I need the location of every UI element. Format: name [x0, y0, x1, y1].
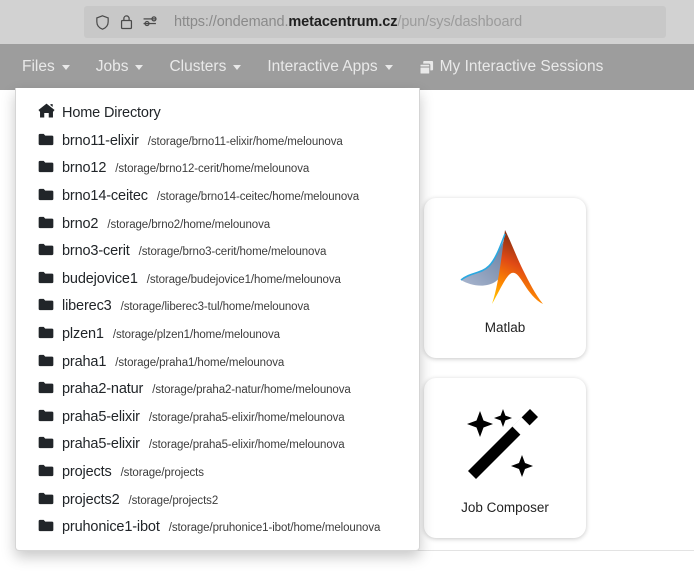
files-menu-item-path: /storage/praha5-elixir/home/melounova — [149, 439, 345, 451]
files-menu-item[interactable]: praha1/storage/praha1/home/melounova — [16, 347, 419, 375]
main-navbar: Files Jobs Clusters Interactive Apps My Inte… — [0, 44, 694, 90]
url-scheme: https://ondemand. — [174, 14, 288, 30]
windows-stack-icon — [419, 60, 434, 75]
nav-item-label: Clusters — [169, 58, 226, 76]
app-card-job-composer[interactable]: Job Composer — [424, 378, 586, 538]
files-menu-item-title: brno12 — [62, 160, 106, 176]
files-menu-item-title: Home Directory — [62, 105, 161, 121]
folder-icon — [38, 243, 55, 256]
files-menu-item-path: /storage/praha2-natur/home/melounova — [152, 384, 350, 396]
chevron-down-icon — [233, 65, 241, 70]
chevron-down-icon — [385, 65, 393, 70]
files-menu-item[interactable]: praha2-natur/storage/praha2-natur/home/m… — [16, 375, 419, 403]
folder-icon — [38, 298, 55, 311]
files-menu-item[interactable]: pruhonice1-ibot/storage/pruhonice1-ibot/… — [16, 513, 419, 541]
files-menu-item-title: brno14-ceitec — [62, 188, 148, 204]
app-card-matlab[interactable]: Matlab — [424, 198, 586, 358]
files-menu-item-title: brno2 — [62, 216, 98, 232]
files-menu-item-path: /storage/budejovice1/home/melounova — [147, 274, 341, 286]
files-menu-item[interactable]: brno11-elixir/storage/brno11-elixir/home… — [16, 127, 419, 155]
files-menu-item-path: /storage/brno3-cerit/home/melounova — [139, 246, 327, 258]
address-bar[interactable]: https://ondemand.metacentrum.cz/pun/sys/… — [84, 6, 666, 38]
files-menu-item[interactable]: projects2/storage/projects2 — [16, 485, 419, 513]
files-menu-item-path: /storage/brno2/home/melounova — [107, 219, 270, 231]
files-menu-item-path: /storage/plzen1/home/melounova — [113, 329, 280, 341]
chevron-down-icon — [62, 65, 70, 70]
browser-toolbar: https://ondemand.metacentrum.cz/pun/sys/… — [0, 0, 694, 44]
folder-icon — [38, 188, 55, 201]
files-menu-item-title: brno11-elixir — [62, 133, 139, 149]
files-menu-item-path: /storage/projects2 — [129, 495, 219, 507]
files-menu-item-path: /storage/praha1/home/melounova — [115, 357, 284, 369]
folder-icon — [38, 133, 55, 146]
lock-icon[interactable] — [116, 12, 136, 32]
url-text: https://ondemand.metacentrum.cz/pun/sys/… — [174, 14, 522, 30]
files-menu-item[interactable]: praha5-elixir/storage/praha5-elixir/home… — [16, 430, 419, 458]
files-menu-item-path: /storage/pruhonice1-ibot/home/melounova — [169, 522, 381, 534]
folder-icon — [38, 436, 55, 449]
files-menu-item-title: projects — [62, 464, 112, 480]
matlab-membrane-icon — [459, 222, 551, 314]
files-dropdown-menu: Home Directory brno11-elixir/storage/brno… — [15, 88, 420, 551]
folder-icon — [38, 492, 55, 505]
folder-icon — [38, 464, 55, 477]
folder-icon — [38, 326, 55, 339]
folder-icon — [38, 160, 55, 173]
folder-icon — [38, 381, 55, 394]
files-menu-item[interactable]: projects/storage/projects — [16, 458, 419, 486]
files-menu-item[interactable]: praha5-elixir/storage/praha5-elixir/home… — [16, 403, 419, 431]
nav-item-label: My Interactive Sessions — [440, 58, 604, 76]
nav-item-interactive-apps[interactable]: Interactive Apps — [267, 58, 392, 76]
files-menu-item-title: plzen1 — [62, 326, 104, 342]
site-permissions-icon[interactable] — [140, 12, 160, 32]
nav-item-my-interactive-sessions[interactable]: My Interactive Sessions — [419, 58, 604, 76]
files-menu-item-path: /storage/praha5-elixir/home/melounova — [149, 412, 345, 424]
files-menu-item-title: praha1 — [62, 354, 106, 370]
browser-window: https://ondemand.metacentrum.cz/pun/sys/… — [0, 0, 694, 575]
files-menu-item[interactable]: brno14-ceitec/storage/brno14-ceitec/home… — [16, 182, 419, 210]
files-menu-item-path: /storage/brno12-cerit/home/melounova — [115, 163, 309, 175]
files-menu-item-path: /storage/brno14-ceitec/home/melounova — [157, 191, 359, 203]
folder-icon — [38, 519, 55, 532]
files-menu-item[interactable]: liberec3/storage/liberec3-tul/home/melou… — [16, 292, 419, 320]
folder-icon — [38, 271, 55, 284]
app-card-label: Job Composer — [461, 500, 549, 515]
files-menu-item-title: praha5-elixir — [62, 409, 140, 425]
nav-item-jobs[interactable]: Jobs — [96, 58, 144, 76]
folder-icon — [38, 216, 55, 229]
nav-item-label: Jobs — [96, 58, 129, 76]
files-menu-item[interactable]: brno2/storage/brno2/home/melounova — [16, 209, 419, 237]
url-host: metacentrum.cz — [288, 14, 397, 30]
folder-icon — [38, 409, 55, 422]
files-menu-item-title: budejovice1 — [62, 271, 138, 287]
files-menu-item[interactable]: plzen1/storage/plzen1/home/melounova — [16, 320, 419, 348]
nav-item-files[interactable]: Files — [22, 58, 70, 76]
files-menu-item-title: brno3-cerit — [62, 243, 130, 259]
files-menu-item-title: pruhonice1-ibot — [62, 519, 160, 535]
magic-wand-icon — [462, 402, 548, 494]
home-icon — [38, 103, 55, 118]
nav-item-label: Files — [22, 58, 55, 76]
files-menu-item-path: /storage/liberec3-tul/home/melounova — [121, 301, 310, 313]
files-menu-item-title: liberec3 — [62, 298, 112, 314]
nav-item-label: Interactive Apps — [267, 58, 377, 76]
shield-icon[interactable] — [92, 12, 112, 32]
app-card-label: Matlab — [485, 320, 526, 335]
files-menu-item-title: projects2 — [62, 492, 120, 508]
files-menu-item[interactable]: brno12/storage/brno12-cerit/home/melouno… — [16, 154, 419, 182]
chevron-down-icon — [135, 65, 143, 70]
files-menu-item[interactable]: brno3-cerit/storage/brno3-cerit/home/mel… — [16, 237, 419, 265]
files-menu-item-title: praha5-elixir — [62, 436, 140, 452]
url-path: /pun/sys/dashboard — [397, 14, 522, 30]
files-menu-item-path: /storage/projects — [121, 467, 204, 479]
files-menu-item-title: praha2-natur — [62, 381, 143, 397]
files-menu-item[interactable]: Home Directory — [16, 97, 419, 127]
files-menu-item-path: /storage/brno11-elixir/home/melounova — [148, 136, 343, 148]
nav-item-clusters[interactable]: Clusters — [169, 58, 241, 76]
folder-icon — [38, 354, 55, 367]
files-menu-item[interactable]: budejovice1/storage/budejovice1/home/mel… — [16, 265, 419, 293]
